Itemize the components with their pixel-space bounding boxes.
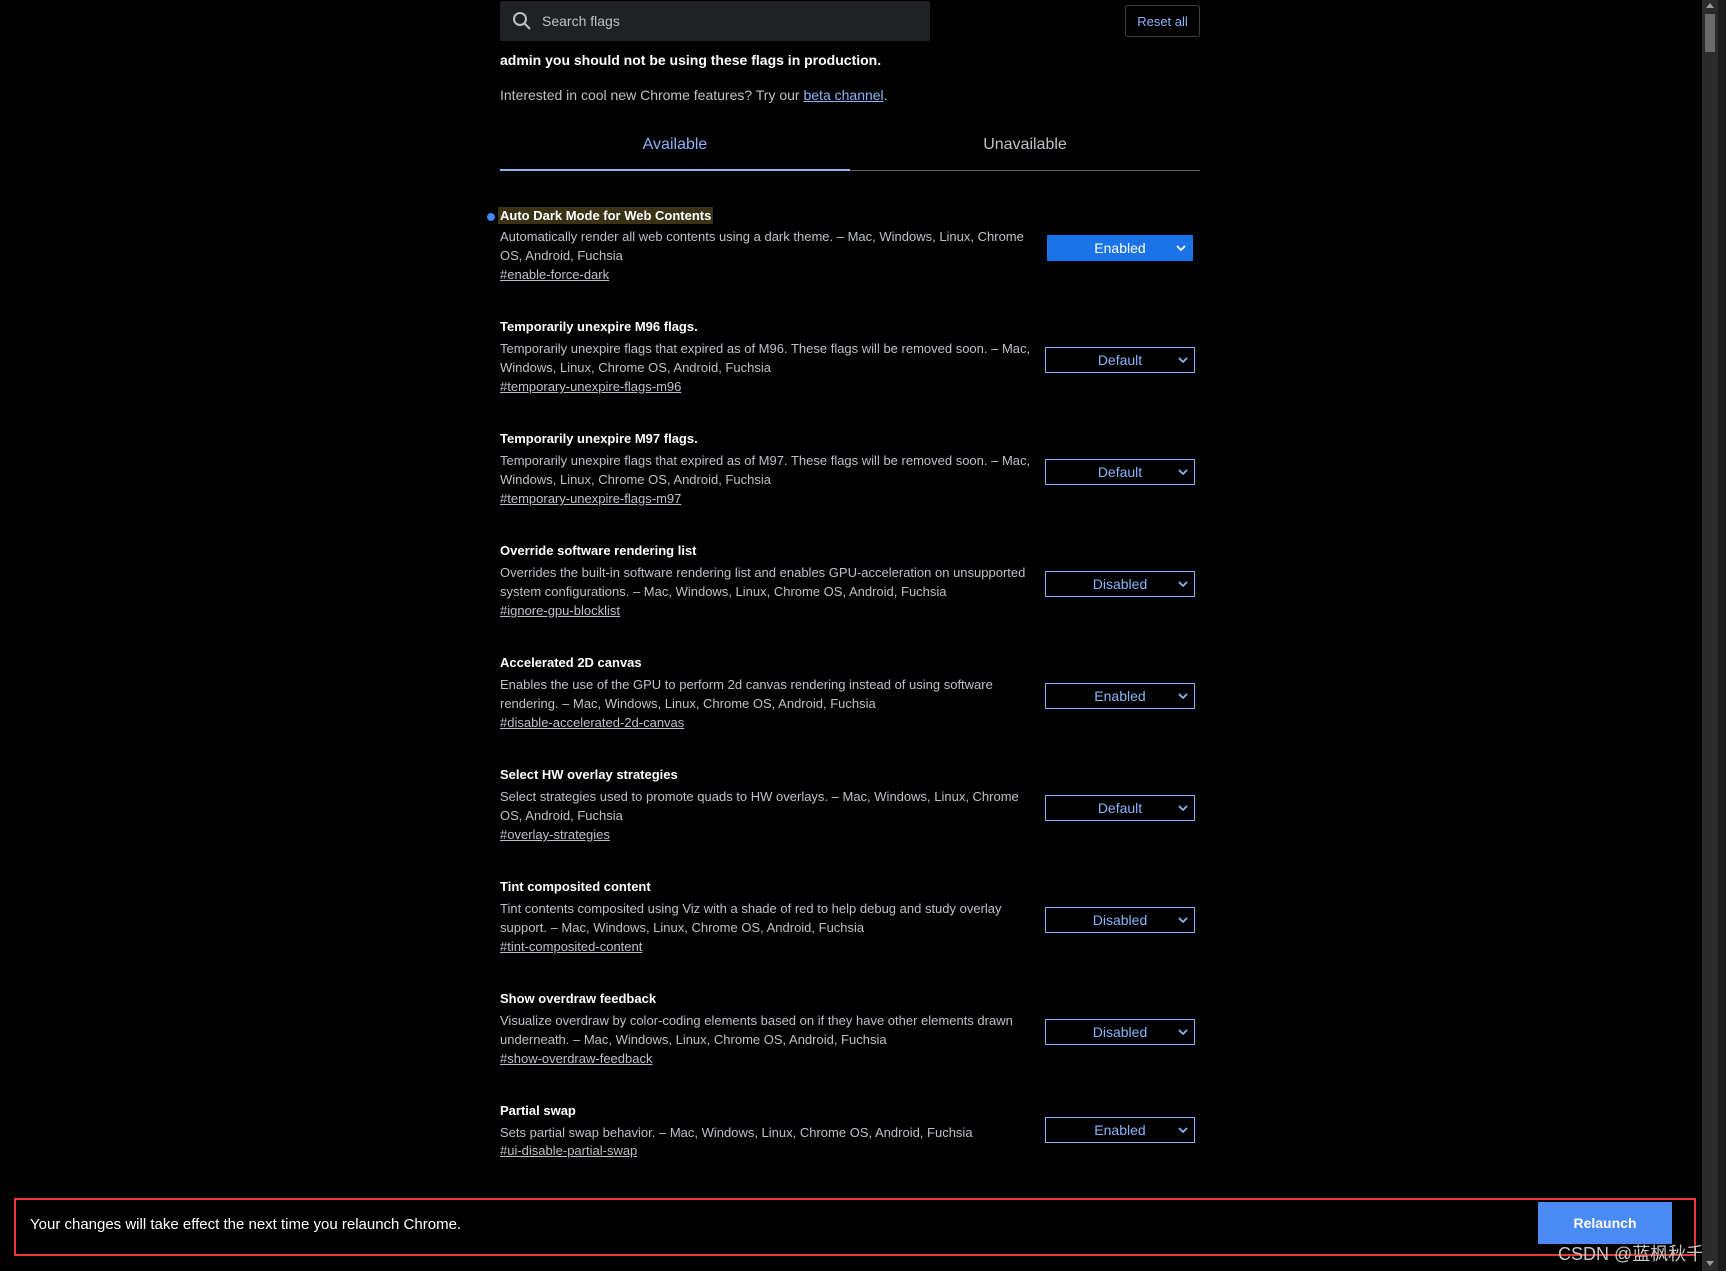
flag-title: Temporarily unexpire M96 flags. bbox=[500, 319, 698, 334]
flag-title: Override software rendering list bbox=[500, 543, 697, 558]
flag-anchor-link[interactable]: #temporary-unexpire-flags-m97 bbox=[500, 491, 681, 506]
flag-item: Select HW overlay strategies Select stra… bbox=[500, 767, 1200, 862]
flag-state-value: Enabled bbox=[1094, 240, 1146, 256]
flag-anchor-link[interactable]: #temporary-unexpire-flags-m96 bbox=[500, 379, 681, 394]
relaunch-message: Your changes will take effect the next t… bbox=[30, 1216, 462, 1233]
flag-description: Select strategies used to promote quads … bbox=[500, 789, 1019, 823]
chevron-down-icon bbox=[1178, 1029, 1188, 1036]
relaunch-banner: Your changes will take effect the next t… bbox=[14, 1198, 1696, 1256]
flag-item: Auto Dark Mode for Web Contents Automati… bbox=[487, 207, 1200, 302]
flag-state-select[interactable]: Default bbox=[1045, 795, 1195, 821]
flag-state-value: Enabled bbox=[1094, 688, 1146, 704]
flag-description: Sets partial swap behavior. – Mac, Windo… bbox=[500, 1125, 973, 1140]
flag-title: Auto Dark Mode for Web Contents bbox=[498, 207, 714, 224]
flag-state-select[interactable]: Disabled bbox=[1045, 1019, 1195, 1045]
flag-title: Accelerated 2D canvas bbox=[500, 655, 642, 670]
flag-state-select[interactable]: Enabled bbox=[1045, 1117, 1195, 1143]
flag-state-value: Disabled bbox=[1092, 912, 1148, 928]
intro-suffix: . bbox=[883, 87, 888, 103]
search-icon bbox=[513, 12, 531, 30]
flag-item: Temporarily unexpire M97 flags. Temporar… bbox=[500, 431, 1200, 526]
flag-state-value: Disabled bbox=[1092, 1024, 1148, 1040]
flag-description: Overrides the built-in software renderin… bbox=[500, 565, 1026, 599]
flag-anchor-link[interactable]: #show-overdraw-feedback bbox=[500, 1051, 652, 1066]
search-input[interactable] bbox=[540, 12, 904, 30]
flag-state-select[interactable]: Enabled bbox=[1047, 235, 1193, 261]
chevron-down-icon bbox=[1178, 917, 1188, 924]
window-edge bbox=[1718, 0, 1726, 1271]
flag-state-select[interactable]: Enabled bbox=[1045, 683, 1195, 709]
vertical-scrollbar[interactable] bbox=[1702, 0, 1718, 1271]
flags-page: Reset all admin you should not be using … bbox=[0, 0, 1726, 1271]
flag-anchor-link[interactable]: #ignore-gpu-blocklist bbox=[500, 603, 620, 618]
chevron-down-icon bbox=[1178, 469, 1188, 476]
flag-description: Automatically render all web contents us… bbox=[500, 229, 1024, 263]
flag-state-value: Default bbox=[1097, 352, 1143, 368]
flag-state-value: Enabled bbox=[1094, 1122, 1146, 1138]
flag-state-select[interactable]: Disabled bbox=[1045, 571, 1195, 597]
flag-item: Show overdraw feedback Visualize overdra… bbox=[500, 991, 1200, 1086]
scroll-down-arrow-icon[interactable] bbox=[1706, 1259, 1714, 1267]
intro-text: Interested in cool new Chrome features? … bbox=[500, 87, 888, 103]
chevron-down-icon bbox=[1178, 1127, 1188, 1134]
flag-anchor-link[interactable]: #ui-disable-partial-swap bbox=[500, 1143, 637, 1158]
flag-description: Enables the use of the GPU to perform 2d… bbox=[500, 677, 993, 711]
flag-anchor-link[interactable]: #tint-composited-content bbox=[500, 939, 642, 954]
flag-item: Partial swap Sets partial swap behavior.… bbox=[500, 1103, 1200, 1198]
chevron-down-icon bbox=[1176, 245, 1186, 252]
tab-unavailable[interactable]: Unavailable bbox=[850, 120, 1200, 170]
flag-description: Tint contents composited using Viz with … bbox=[500, 901, 1002, 935]
tab-available[interactable]: Available bbox=[500, 120, 850, 171]
reset-all-button[interactable]: Reset all bbox=[1125, 5, 1200, 37]
search-box[interactable] bbox=[500, 1, 930, 41]
scrollbar-thumb[interactable] bbox=[1705, 14, 1715, 52]
flag-description: Visualize overdraw by color-coding eleme… bbox=[500, 1013, 1013, 1047]
chevron-down-icon bbox=[1178, 693, 1188, 700]
production-warning: admin you should not be using these flag… bbox=[500, 52, 882, 68]
flag-title: Tint composited content bbox=[500, 879, 651, 894]
modified-indicator bbox=[487, 213, 495, 221]
flag-state-select[interactable]: Disabled bbox=[1045, 907, 1195, 933]
flag-description: Temporarily unexpire flags that expired … bbox=[500, 453, 1031, 487]
intro-prefix: Interested in cool new Chrome features? … bbox=[500, 87, 804, 103]
flag-state-value: Default bbox=[1097, 800, 1143, 816]
flag-title: Show overdraw feedback bbox=[500, 991, 657, 1006]
scroll-up-arrow-icon[interactable] bbox=[1706, 2, 1714, 10]
chevron-down-icon bbox=[1178, 805, 1188, 812]
beta-channel-link[interactable]: beta channel bbox=[803, 87, 883, 103]
flag-item: Override software rendering list Overrid… bbox=[500, 543, 1200, 638]
flag-item: Tint composited content Tint contents co… bbox=[500, 879, 1200, 974]
flag-item: Accelerated 2D canvas Enables the use of… bbox=[500, 655, 1200, 750]
chevron-down-icon bbox=[1178, 581, 1188, 588]
flag-title: Partial swap bbox=[500, 1103, 576, 1118]
chevron-down-icon bbox=[1178, 357, 1188, 364]
flag-item: Temporarily unexpire M96 flags. Temporar… bbox=[500, 319, 1200, 414]
relaunch-button[interactable]: Relaunch bbox=[1538, 1202, 1672, 1244]
flag-title: Select HW overlay strategies bbox=[500, 767, 678, 782]
flag-state-select[interactable]: Default bbox=[1045, 459, 1195, 485]
watermark-text: CSDN @蓝枫秋千 bbox=[1558, 1244, 1705, 1264]
flag-anchor-link[interactable]: #overlay-strategies bbox=[500, 827, 610, 842]
tab-bar: Available Unavailable bbox=[500, 120, 1200, 171]
flag-title: Temporarily unexpire M97 flags. bbox=[500, 431, 698, 446]
flag-anchor-link[interactable]: #enable-force-dark bbox=[500, 267, 609, 282]
flag-anchor-link[interactable]: #disable-accelerated-2d-canvas bbox=[500, 715, 684, 730]
flag-description: Temporarily unexpire flags that expired … bbox=[500, 341, 1031, 375]
flag-state-value: Disabled bbox=[1092, 576, 1148, 592]
flag-state-value: Default bbox=[1097, 464, 1143, 480]
flag-state-select[interactable]: Default bbox=[1045, 347, 1195, 373]
